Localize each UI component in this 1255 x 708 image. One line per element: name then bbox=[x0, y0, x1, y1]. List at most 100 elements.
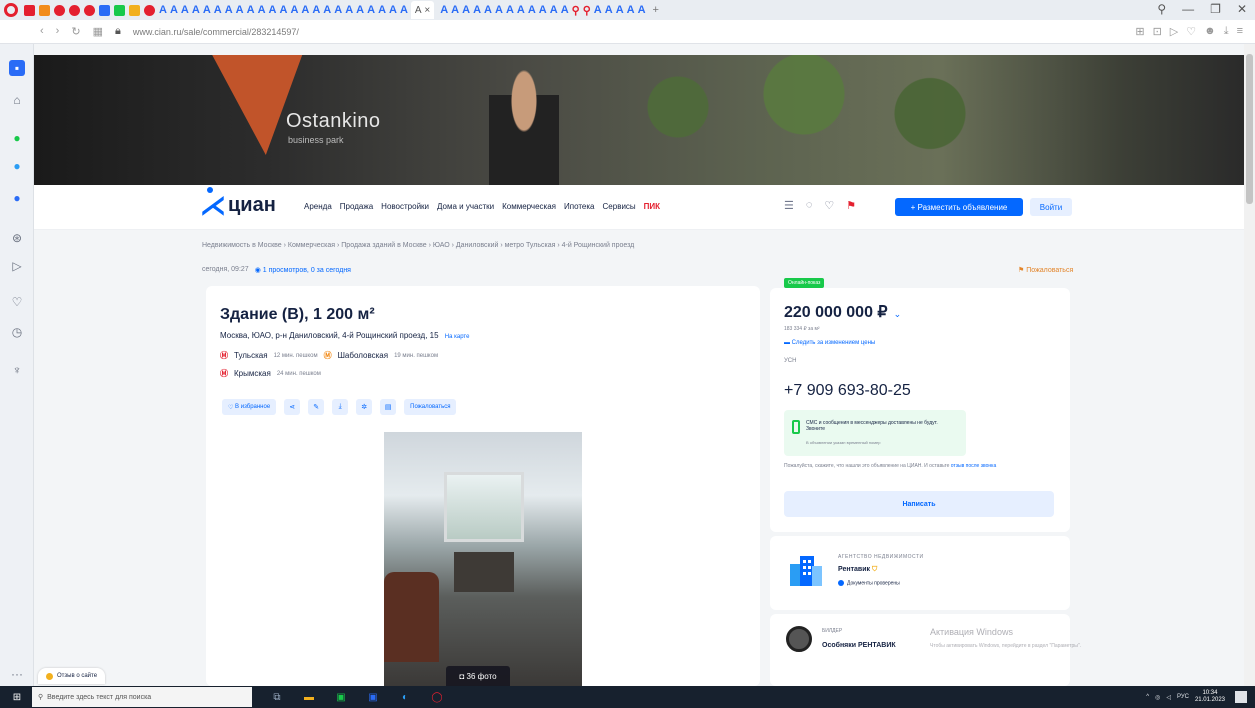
settings-icon[interactable]: ✲ bbox=[356, 399, 373, 415]
tab-item[interactable]: А bbox=[214, 4, 222, 16]
price-history-icon[interactable]: ⌄ bbox=[894, 309, 902, 319]
notification-icon[interactable] bbox=[1235, 691, 1247, 703]
tab-item[interactable]: А bbox=[356, 4, 364, 16]
tab-item[interactable]: А bbox=[605, 4, 613, 16]
chat-icon[interactable]: ◌ bbox=[806, 199, 813, 212]
tab-item[interactable]: А bbox=[269, 4, 277, 16]
menu-item-pik[interactable]: ПИК bbox=[644, 202, 660, 211]
menu-item-sale[interactable]: Продажа bbox=[340, 202, 373, 211]
tab-item[interactable]: А bbox=[517, 4, 525, 16]
tab-item[interactable]: А bbox=[484, 4, 492, 16]
tab-item[interactable]: А bbox=[506, 4, 514, 16]
breadcrumb[interactable]: Недвижимость в Москве › Коммерческая › П… bbox=[202, 242, 634, 249]
photo-count-button[interactable]: ◘ 36 фото bbox=[446, 666, 510, 686]
heart-icon[interactable]: ♡ bbox=[9, 294, 25, 310]
edit-icon[interactable]: ✎ bbox=[308, 399, 325, 415]
tab-item[interactable]: А bbox=[290, 4, 298, 16]
tab-item[interactable]: А bbox=[159, 4, 167, 16]
tab-item[interactable]: А bbox=[473, 4, 481, 16]
back-icon[interactable]: ‹ bbox=[40, 25, 44, 38]
volume-icon[interactable]: ◁ bbox=[1166, 694, 1171, 701]
task-view-icon[interactable]: ⧉ bbox=[266, 686, 288, 708]
tab-item[interactable]: А bbox=[440, 4, 448, 16]
address-text[interactable]: Москва, ЮАО, р-н Даниловский, 4-й Рощинс… bbox=[220, 331, 439, 340]
tab-favicon-icon[interactable] bbox=[114, 4, 125, 16]
taskbar-search[interactable]: ⚲ Введите здесь текст для поиска bbox=[32, 687, 252, 707]
compare-icon[interactable]: ☰ bbox=[784, 199, 794, 212]
complain-button[interactable]: Пожаловаться bbox=[404, 399, 457, 415]
favorite-button[interactable]: ♡ В избранное bbox=[222, 399, 277, 415]
tab-item[interactable]: А bbox=[181, 4, 189, 16]
tab-item-pin[interactable]: ⚲ bbox=[583, 4, 591, 17]
pin-icon[interactable]: ♆ bbox=[9, 362, 25, 378]
builder-card[interactable]: БИЛДЕР Особняки РЕНТАВИК bbox=[770, 614, 1070, 686]
tab-item[interactable]: А bbox=[638, 4, 646, 16]
tab-item[interactable]: А bbox=[528, 4, 536, 16]
metro-name[interactable]: Тульская bbox=[234, 351, 268, 360]
player-icon[interactable]: ▷ bbox=[9, 258, 25, 274]
tab-item[interactable]: А bbox=[258, 4, 266, 16]
download-icon[interactable]: ⤓ bbox=[1224, 25, 1229, 38]
whatsapp-icon[interactable]: ● bbox=[9, 130, 25, 146]
profile-icon[interactable]: ☻ bbox=[1204, 25, 1216, 38]
tab-item[interactable]: А bbox=[323, 4, 331, 16]
tab-favicon-icon[interactable] bbox=[69, 4, 80, 16]
scroll-thumb[interactable] bbox=[1246, 54, 1253, 204]
tab-item[interactable]: А bbox=[594, 4, 602, 16]
snapshot-icon[interactable]: ⊞ bbox=[1135, 25, 1144, 38]
tab-item[interactable]: А bbox=[203, 4, 211, 16]
tabs-icon[interactable]: ⊡ bbox=[1153, 25, 1162, 38]
more-icon[interactable]: ··· bbox=[9, 666, 25, 682]
menu-item-houses[interactable]: Дома и участки bbox=[437, 202, 494, 211]
reload-icon[interactable]: ↻ bbox=[71, 25, 80, 38]
tab-favicon-icon[interactable] bbox=[54, 4, 65, 16]
tab-item[interactable]: А bbox=[389, 4, 397, 16]
tab-item[interactable]: А bbox=[192, 4, 200, 16]
follow-price-link[interactable]: ▬ Следить за изменением цены bbox=[784, 340, 875, 346]
menu-item-rent[interactable]: Аренда bbox=[304, 202, 332, 211]
tab-item[interactable]: А bbox=[561, 4, 569, 16]
language-indicator[interactable]: РУС bbox=[1177, 694, 1189, 700]
notifications-icon[interactable]: ⚑ bbox=[846, 199, 856, 212]
login-button[interactable]: Войти bbox=[1030, 198, 1072, 216]
tab-favicon-icon[interactable] bbox=[99, 4, 110, 16]
tab-item[interactable]: А bbox=[550, 4, 558, 16]
network-icon[interactable]: ◎ bbox=[1155, 694, 1160, 701]
favorites-icon[interactable]: ♡ bbox=[824, 199, 834, 212]
active-tab[interactable]: А × bbox=[410, 1, 435, 19]
home-icon[interactable]: ⌂ bbox=[9, 92, 25, 108]
maximize-icon[interactable]: ❐ bbox=[1210, 2, 1221, 16]
page-scrollbar[interactable] bbox=[1244, 44, 1255, 686]
tab-item[interactable]: А bbox=[345, 4, 353, 16]
tab-item[interactable]: А bbox=[301, 4, 309, 16]
messenger-icon[interactable]: ● bbox=[9, 190, 25, 206]
menu-item-commercial[interactable]: Коммерческая bbox=[502, 202, 556, 211]
post-ad-button[interactable]: + Разместить объявление bbox=[895, 198, 1023, 216]
tab-favicon-icon[interactable] bbox=[144, 4, 155, 16]
tab-item[interactable]: А bbox=[539, 4, 547, 16]
tray-arrow-icon[interactable]: ^ bbox=[1146, 694, 1149, 700]
phone-number[interactable]: +7 909 693-80-25 bbox=[784, 382, 911, 400]
word-icon[interactable]: ▣ bbox=[362, 686, 384, 708]
write-button[interactable]: Написать bbox=[784, 491, 1054, 517]
explorer-icon[interactable]: ▬ bbox=[298, 686, 320, 708]
listing-photo[interactable] bbox=[384, 432, 582, 686]
tab-item-pin[interactable]: ⚲ bbox=[572, 4, 580, 17]
tab-item[interactable]: А bbox=[627, 4, 635, 16]
share-icon[interactable]: ⋖ bbox=[284, 399, 301, 415]
tab-item[interactable]: А bbox=[170, 4, 178, 16]
search-tabs-icon[interactable]: ⚲ bbox=[1157, 2, 1166, 16]
metro-name[interactable]: Крымская bbox=[234, 369, 271, 378]
complain-link[interactable]: ⚑ Пожаловаться bbox=[1018, 266, 1073, 274]
tab-item[interactable]: А bbox=[225, 4, 233, 16]
views-count[interactable]: ◉ 1 просмотров, 0 за сегодня bbox=[255, 266, 351, 274]
tab-favicon-icon[interactable] bbox=[129, 4, 140, 16]
map-link[interactable]: На карте bbox=[445, 334, 470, 340]
tab-favicon-icon[interactable] bbox=[84, 4, 95, 16]
tab-item[interactable]: А bbox=[236, 4, 244, 16]
tab-item[interactable]: А bbox=[247, 4, 255, 16]
extensions-icon[interactable]: ⊛ bbox=[9, 230, 25, 246]
forward-icon[interactable]: › bbox=[56, 25, 60, 38]
tab-item[interactable]: А bbox=[451, 4, 459, 16]
cian-logo[interactable]: ⋌ циан bbox=[200, 187, 276, 218]
